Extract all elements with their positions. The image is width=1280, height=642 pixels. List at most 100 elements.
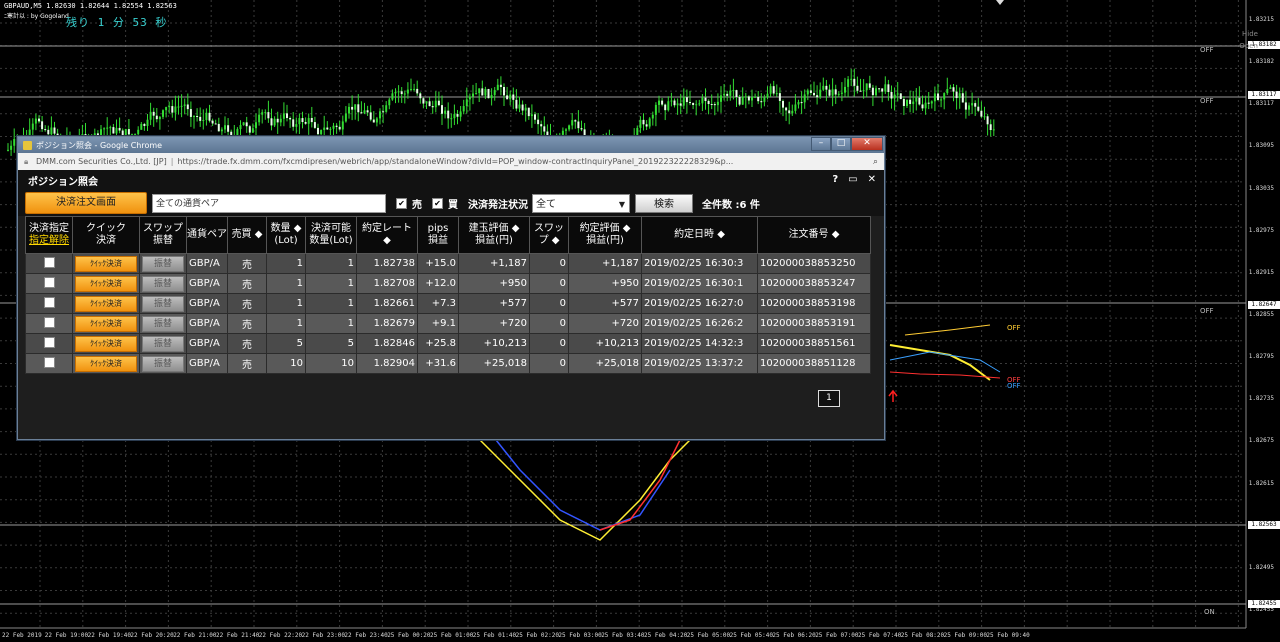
cell-position-pl: +577 [458, 293, 530, 314]
candle-body [859, 90, 862, 92]
swap-transfer-button[interactable]: 振替 [142, 335, 184, 352]
candle-body [968, 105, 970, 110]
swap-transfer-button[interactable]: 振替 [142, 355, 184, 372]
quick-close-button[interactable]: ｸｲｯｸ決済 [75, 315, 137, 332]
close-order-screen-button[interactable]: 決済注文画面 [25, 192, 147, 214]
col-exec-pl[interactable]: 約定評価 ◆ 損益(円) [568, 216, 642, 254]
currency-pair-filter[interactable]: 全ての通貨ペア [152, 193, 386, 213]
candle-body [220, 129, 223, 132]
candle-body [964, 102, 967, 110]
swap-transfer-button[interactable]: 振替 [142, 295, 184, 312]
row-checkbox[interactable] [43, 256, 55, 268]
table-row[interactable]: ｸｲｯｸ決済 振替 GBP/A 売 1 1 1.82679 +9.1 +720 0 +720 2019… [25, 313, 871, 334]
zoom-icon[interactable]: ⌕ [873, 157, 878, 167]
candle-body [134, 134, 137, 136]
maximize-button[interactable]: □ [831, 137, 851, 151]
help-icon[interactable]: ? [832, 174, 838, 185]
cell-closable: 1 [305, 253, 357, 274]
candle-body [816, 95, 819, 98]
hide-tag[interactable]: Hide [1242, 30, 1258, 38]
candle-body [313, 122, 316, 128]
candle-body [248, 126, 251, 133]
row-checkbox[interactable] [43, 336, 55, 348]
table-row[interactable]: ｸｲｯｸ決済 振替 GBP/A 売 1 1 1.82661 +7.3 +577 0 +577 2019… [25, 293, 871, 314]
candle-body [382, 111, 385, 113]
swap-transfer-cell: 振替 [139, 313, 187, 334]
clear-specify-link[interactable]: 指定解除 [29, 235, 69, 246]
candle-body [475, 93, 478, 95]
col-side[interactable]: 売買 ◆ [227, 216, 267, 254]
cell-order-number: 102000038851561 [757, 333, 871, 354]
price-tick-label: 1.82615 [1248, 479, 1274, 487]
candle-body [335, 125, 338, 127]
time-tick-label: 25 Feb 04:20 [644, 632, 688, 639]
table-row[interactable]: ｸｲｯｸ決済 振替 GBP/A 売 5 5 1.82846 +25.8 +10,213 0 +10,… [25, 333, 871, 354]
candle-body [363, 110, 366, 114]
row-select-cell [25, 333, 73, 354]
close-window-button[interactable]: ✕ [851, 137, 883, 151]
candle-body [462, 106, 465, 112]
candle-body [273, 118, 276, 126]
quick-close-button[interactable]: ｸｲｯｸ決済 [75, 255, 137, 272]
col-order-number[interactable]: 注文番号 ◆ [757, 216, 871, 254]
order-status-value: 全て [536, 198, 556, 210]
row-checkbox[interactable] [43, 316, 55, 328]
swap-transfer-button[interactable]: 振替 [142, 255, 184, 272]
candle-body [884, 84, 887, 92]
table-row[interactable]: ｸｲｯｸ決済 振替 GBP/A 売 1 1 1.82738 +15.0 +1,187 0 +1,18… [25, 253, 871, 274]
candle-body [912, 101, 915, 104]
maximize-icon[interactable]: ▭ [848, 174, 857, 185]
order-status-select[interactable]: 全て ▼ [532, 193, 630, 213]
candle-body [899, 93, 902, 99]
candle-body [918, 97, 921, 105]
time-tick-label: 25 Feb 01:00 [430, 632, 474, 639]
buy-checkbox-label: 買 [448, 199, 458, 211]
address-bar[interactable]: 🔒︎ DMM.com Securities Co.,Ltd. [JP] | ht… [18, 153, 884, 170]
swap-transfer-button[interactable]: 振替 [142, 315, 184, 332]
col-rate[interactable]: 約定レート ◆ [356, 216, 418, 254]
candle-body [682, 97, 685, 106]
col-swap[interactable]: スワップ ◆ [529, 216, 569, 254]
swap-transfer-cell: 振替 [139, 253, 187, 274]
cell-rate: 1.82679 [356, 313, 418, 334]
row-checkbox[interactable] [43, 276, 55, 288]
candle-body [506, 95, 509, 100]
candle-body [794, 104, 797, 111]
quick-close-button[interactable]: ｸｲｯｸ決済 [75, 355, 137, 372]
cell-pair: GBP/A [186, 353, 228, 374]
table-row[interactable]: ｸｲｯｸ決済 振替 GBP/A 売 10 10 1.82904 +31.6 +25,018 0 +2… [25, 353, 871, 374]
candle-body [881, 88, 884, 92]
candle-body [47, 129, 50, 135]
open-tag[interactable]: Open [1239, 42, 1258, 50]
candle-body [332, 125, 335, 129]
table-row[interactable]: ｸｲｯｸ決済 振替 GBP/A 売 1 1 1.82708 +12.0 +950 0 +950 201… [25, 273, 871, 294]
page-1-button[interactable]: 1 [818, 390, 840, 407]
candle-body [177, 106, 180, 108]
row-checkbox[interactable] [43, 296, 55, 308]
buy-checkbox[interactable]: ✔ [432, 197, 443, 209]
swap-transfer-button[interactable]: 振替 [142, 275, 184, 292]
quick-close-button[interactable]: ｸｲｯｸ決済 [75, 295, 137, 312]
col-qty[interactable]: 数量 ◆ (Lot) [266, 216, 306, 254]
candle-body [537, 119, 540, 125]
candle-body [183, 104, 186, 106]
candle-body [741, 96, 744, 105]
row-checkbox[interactable] [43, 356, 55, 368]
candle-body [174, 106, 177, 113]
sell-filter[interactable]: ✔ 売 [396, 196, 422, 211]
window-titlebar[interactable]: ポジション照会 - Google Chrome – □ ✕ [18, 137, 884, 153]
close-icon[interactable]: ✕ [868, 174, 876, 185]
col-position-pl[interactable]: 建玉評価 ◆ 損益(円) [458, 216, 530, 254]
sell-checkbox[interactable]: ✔ [396, 197, 407, 209]
quick-close-button[interactable]: ｸｲｯｸ決済 [75, 335, 137, 352]
buy-filter[interactable]: ✔ 買 [432, 196, 458, 211]
quick-close-button[interactable]: ｸｲｯｸ決済 [75, 275, 137, 292]
candle-body [292, 119, 295, 127]
search-button[interactable]: 検索 [635, 193, 693, 213]
col-closable-qty: 決済可能 数量(Lot) [305, 216, 357, 254]
minimize-button[interactable]: – [811, 137, 831, 151]
candle-body [961, 93, 964, 103]
candle-body [10, 145, 13, 150]
col-datetime[interactable]: 約定日時 ◆ [641, 216, 758, 254]
quick-close-cell: ｸｲｯｸ決済 [72, 273, 140, 294]
